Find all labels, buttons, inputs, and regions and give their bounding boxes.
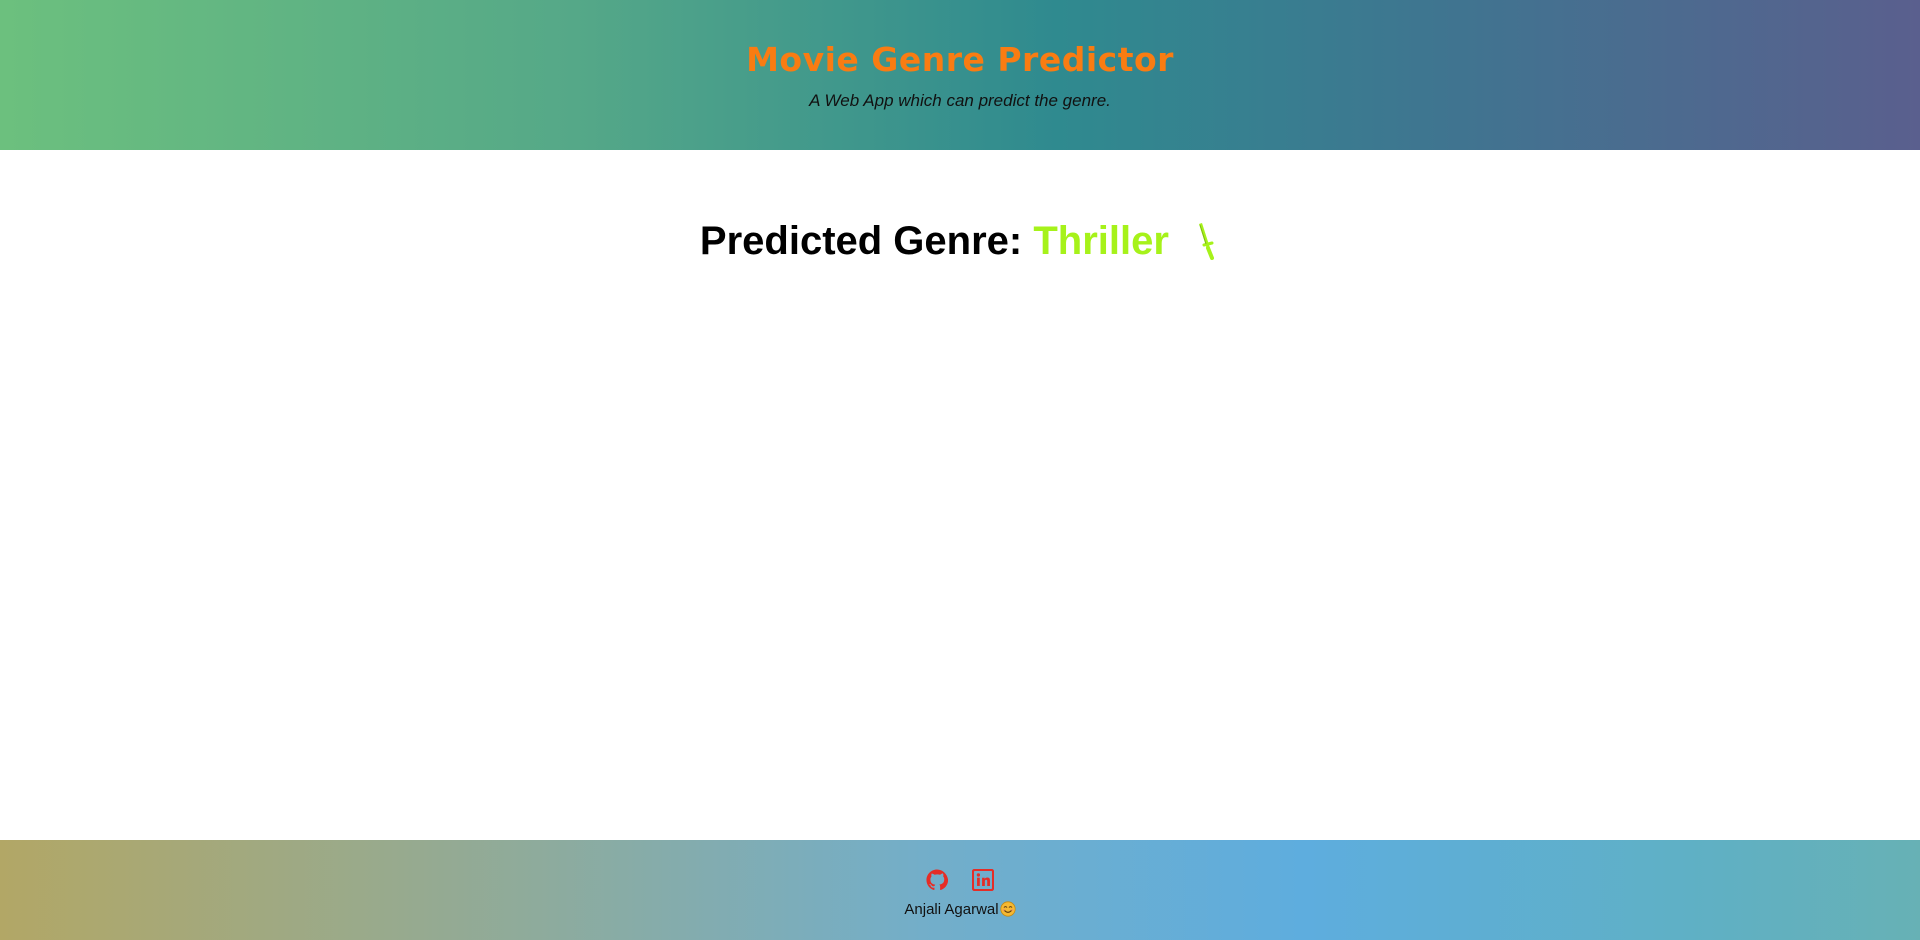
page: Movie Genre Predictor A Web App which ca…: [0, 0, 1920, 940]
author-name: Anjali Agarwal: [904, 901, 999, 918]
page-subtitle: A Web App which can predict the genre.: [809, 91, 1111, 110]
knife-icon: [1190, 220, 1220, 260]
linkedin-icon[interactable]: [972, 868, 995, 892]
footer-social-links: [0, 868, 1920, 893]
page-title: Movie Genre Predictor: [746, 40, 1174, 79]
smiling-face-icon: [1000, 901, 1016, 917]
prediction-label: Predicted Genre:: [699, 219, 1023, 263]
github-icon[interactable]: [926, 869, 948, 891]
footer-author: Anjali Agarwal: [0, 901, 1920, 918]
predicted-genre: Thriller: [1033, 219, 1169, 263]
prediction-result: Predicted Genre: Thriller: [0, 219, 1920, 264]
